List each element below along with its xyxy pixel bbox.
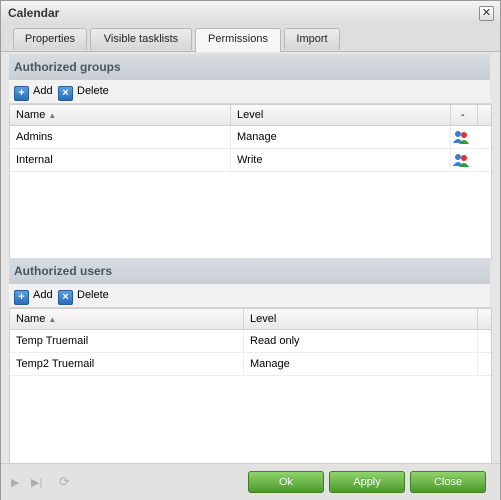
plus-icon: + bbox=[14, 86, 29, 101]
apply-button[interactable]: Apply bbox=[329, 471, 405, 493]
user-level-cell: Manage bbox=[244, 353, 478, 375]
users-grid: Name ▲ Level Temp Truemail Read only Temp… bbox=[9, 308, 492, 464]
group-name-cell: Admins bbox=[10, 126, 231, 148]
groups-add-label: Add bbox=[33, 85, 53, 97]
group-members-icon[interactable] bbox=[453, 152, 469, 168]
calendar-dialog: Calendar ✕ Properties Visible tasklists … bbox=[0, 0, 501, 500]
user-name-cell: Temp Truemail bbox=[10, 330, 244, 352]
group-name-cell: Internal bbox=[10, 149, 231, 171]
close-icon[interactable]: ✕ bbox=[479, 6, 494, 21]
users-col-name[interactable]: Name ▲ bbox=[10, 309, 244, 329]
groups-col-name-label: Name bbox=[16, 109, 46, 121]
users-delete-button[interactable]: × Delete bbox=[58, 287, 109, 305]
dialog-title: Calendar bbox=[8, 6, 60, 20]
groups-col-name[interactable]: Name ▲ bbox=[10, 105, 231, 125]
groups-delete-label: Delete bbox=[77, 85, 109, 97]
user-name-cell: Temp2 Truemail bbox=[10, 353, 244, 375]
tab-visible-tasklists[interactable]: Visible tasklists bbox=[90, 28, 192, 50]
dialog-footer: ▶ ▶| ⟳ Ok Apply Close bbox=[1, 463, 500, 500]
delete-icon: × bbox=[58, 86, 73, 101]
tab-permissions[interactable]: Permissions bbox=[195, 28, 281, 52]
refresh-icon: ⟳ bbox=[59, 474, 70, 489]
table-row[interactable]: Temp Truemail Read only bbox=[10, 330, 491, 353]
close-button[interactable]: Close bbox=[410, 471, 486, 493]
sort-asc-icon: ▲ bbox=[48, 315, 57, 324]
table-row[interactable]: Admins Manage bbox=[10, 126, 491, 149]
groups-col-level[interactable]: Level bbox=[231, 105, 451, 125]
users-col-level[interactable]: Level bbox=[244, 309, 478, 329]
users-toolbar: + Add × Delete bbox=[9, 284, 490, 308]
authorized-users-header: Authorized users bbox=[9, 258, 490, 284]
user-level-cell: Read only bbox=[244, 330, 478, 352]
ok-button[interactable]: Ok bbox=[248, 471, 324, 493]
users-add-label: Add bbox=[33, 289, 53, 301]
users-col-name-label: Name bbox=[16, 313, 46, 325]
last-page-icon: ▶| bbox=[31, 477, 43, 489]
sort-asc-icon: ▲ bbox=[48, 111, 57, 120]
group-actions-cell bbox=[451, 126, 478, 148]
groups-grid: Name ▲ Level - Admins Manage Internal Wri… bbox=[9, 104, 492, 260]
table-row[interactable]: Internal Write bbox=[10, 149, 491, 172]
groups-grid-header: Name ▲ Level - bbox=[10, 105, 491, 126]
groups-delete-button[interactable]: × Delete bbox=[58, 83, 109, 101]
title-bar[interactable]: Calendar ✕ bbox=[1, 1, 500, 26]
tab-import[interactable]: Import bbox=[284, 28, 340, 50]
users-grid-header: Name ▲ Level bbox=[10, 309, 491, 330]
groups-add-button[interactable]: + Add bbox=[14, 83, 53, 101]
delete-icon: × bbox=[58, 290, 73, 305]
group-level-cell: Manage bbox=[231, 126, 451, 148]
next-page-icon: ▶ bbox=[11, 477, 20, 489]
authorized-groups-header: Authorized groups bbox=[9, 54, 490, 80]
tab-strip: Properties Visible tasklists Permissions… bbox=[1, 25, 500, 52]
table-row[interactable]: Temp2 Truemail Manage bbox=[10, 353, 491, 376]
users-add-button[interactable]: + Add bbox=[14, 287, 53, 305]
tab-properties[interactable]: Properties bbox=[13, 28, 87, 50]
plus-icon: + bbox=[14, 290, 29, 305]
groups-toolbar: + Add × Delete bbox=[9, 80, 490, 104]
users-delete-label: Delete bbox=[77, 289, 109, 301]
group-actions-cell bbox=[451, 149, 478, 171]
group-level-cell: Write bbox=[231, 149, 451, 171]
groups-col-action[interactable]: - bbox=[451, 105, 478, 125]
group-members-icon[interactable] bbox=[453, 129, 469, 145]
